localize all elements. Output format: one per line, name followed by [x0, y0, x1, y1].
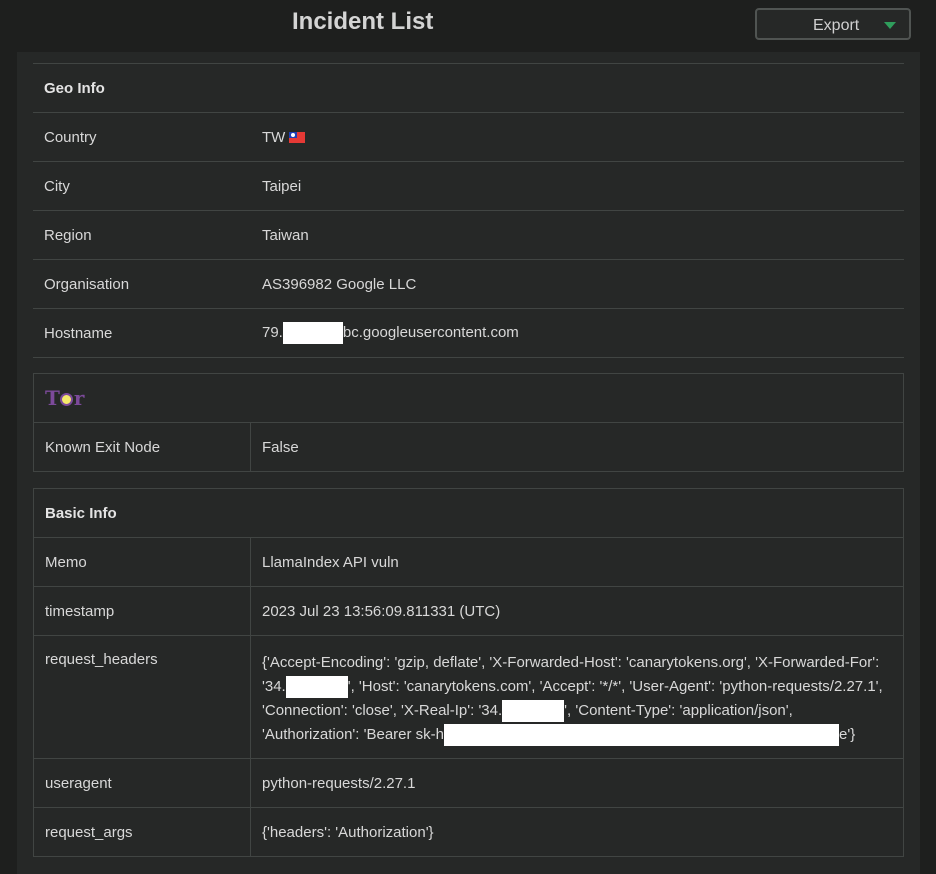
- tor-info-table: Tr Known Exit Node False: [33, 373, 904, 472]
- taiwan-flag-icon: [289, 132, 306, 144]
- tor-header-cell: Tr: [33, 373, 904, 423]
- request-headers-value: {'Accept-Encoding': 'gzip, deflate', 'X-…: [250, 635, 904, 759]
- tor-header-row: Tr: [33, 373, 904, 423]
- chevron-down-icon: [884, 22, 896, 29]
- table-row: Known Exit Node False: [33, 422, 904, 472]
- table-row: Organisation AS396982 Google LLC: [33, 259, 904, 309]
- organisation-value: AS396982 Google LLC: [251, 259, 904, 309]
- basic-info-table: Basic Info Memo LlamaIndex API vuln time…: [33, 488, 904, 857]
- table-row: timestamp 2023 Jul 23 13:56:09.811331 (U…: [33, 586, 904, 636]
- timestamp-key: timestamp: [33, 586, 251, 636]
- export-label: Export: [813, 17, 860, 34]
- table-row: Memo LlamaIndex API vuln: [33, 537, 904, 587]
- redaction-box: [502, 700, 565, 723]
- region-value: Taiwan: [251, 210, 904, 260]
- useragent-key: useragent: [33, 758, 251, 808]
- redaction-box: [282, 322, 343, 344]
- export-dropdown-button[interactable]: Export: [755, 8, 911, 40]
- useragent-value: python-requests/2.27.1: [250, 758, 904, 808]
- incident-detail-panel[interactable]: Geo Info Country TW City Taipei Region T…: [17, 52, 920, 874]
- table-row: City Taipei: [33, 161, 904, 211]
- table-row: Region Taiwan: [33, 210, 904, 260]
- request-headers-key: request_headers: [33, 635, 251, 759]
- known-exit-node-value: False: [250, 422, 904, 472]
- hostname-suffix: bc.googleusercontent.com: [342, 323, 519, 341]
- basic-info-heading: Basic Info: [33, 488, 904, 538]
- region-key: Region: [33, 210, 251, 260]
- table-row: request_args {'headers': 'Authorization'…: [33, 807, 904, 857]
- table-row: Country TW: [33, 112, 904, 162]
- memo-key: Memo: [33, 537, 251, 587]
- table-row: Hostname 79. bc.googleusercontent.com: [33, 308, 904, 358]
- memo-value: LlamaIndex API vuln: [250, 537, 904, 587]
- country-key: Country: [33, 112, 251, 162]
- city-key: City: [33, 161, 251, 211]
- tor-logo-icon: Tr: [45, 386, 84, 410]
- geo-info-header-row: Geo Info: [33, 63, 904, 113]
- request-headers-part-4: e'}: [839, 726, 856, 743]
- known-exit-node-key: Known Exit Node: [33, 422, 251, 472]
- timestamp-value: 2023 Jul 23 13:56:09.811331 (UTC): [250, 586, 904, 636]
- basic-info-header-row: Basic Info: [33, 488, 904, 538]
- city-value: Taipei: [251, 161, 904, 211]
- top-bar: Incident List Export: [0, 0, 936, 52]
- geo-info-table: Geo Info Country TW City Taipei Region T…: [33, 63, 904, 358]
- hostname-key: Hostname: [33, 308, 251, 358]
- table-row: request_headers {'Accept-Encoding': 'gzi…: [33, 635, 904, 759]
- request-args-key: request_args: [33, 807, 251, 857]
- organisation-key: Organisation: [33, 259, 251, 309]
- table-row: useragent python-requests/2.27.1: [33, 758, 904, 808]
- page-title: Incident List: [292, 8, 434, 35]
- country-value: TW: [262, 128, 286, 146]
- redaction-box: [444, 724, 840, 747]
- hostname-prefix: 79.: [262, 323, 283, 341]
- redaction-box: [285, 676, 348, 699]
- request-args-value: {'headers': 'Authorization'}: [250, 807, 904, 857]
- hostname-value-cell: 79. bc.googleusercontent.com: [251, 308, 904, 358]
- geo-info-heading: Geo Info: [33, 63, 904, 113]
- country-value-cell: TW: [251, 112, 904, 162]
